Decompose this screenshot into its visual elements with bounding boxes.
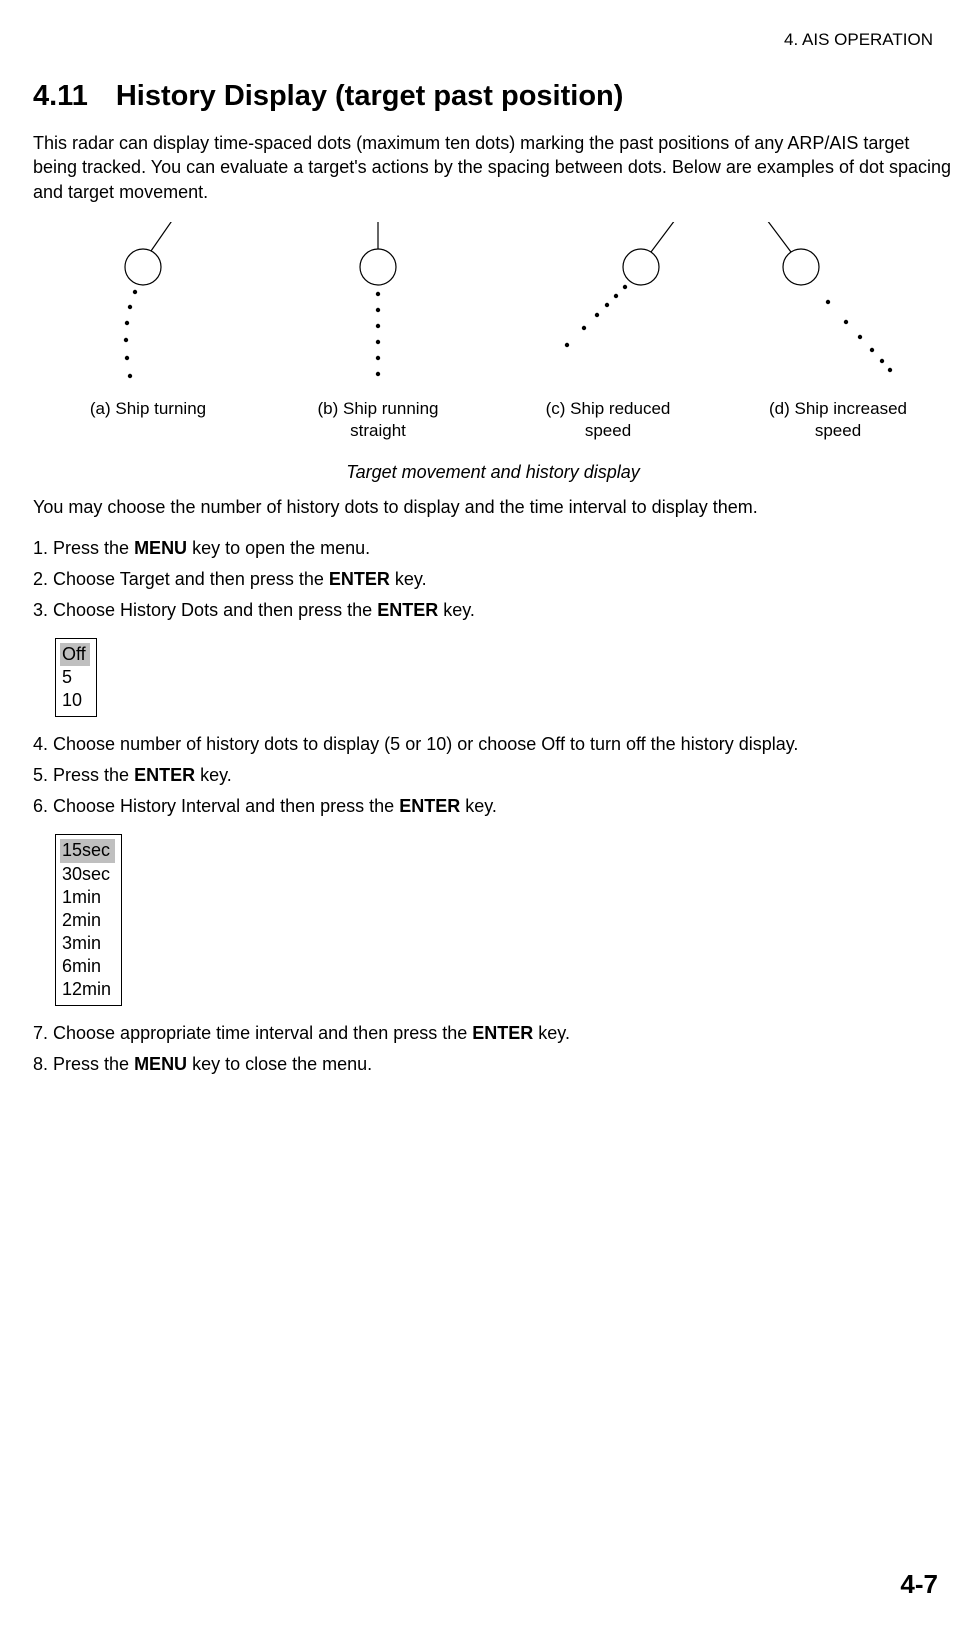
step-text: 5. Press the bbox=[33, 765, 134, 785]
step-2: 2. Choose Target and then press the ENTE… bbox=[33, 566, 953, 593]
key-name: ENTER bbox=[329, 569, 390, 589]
step-text: 6. Choose History Interval and then pres… bbox=[33, 796, 399, 816]
menu-option: 1min bbox=[60, 886, 115, 909]
diagram-cell-a: (a) Ship turning bbox=[38, 222, 258, 420]
body-paragraph-1: You may choose the number of history dot… bbox=[33, 495, 953, 519]
ship-turning-icon bbox=[83, 222, 213, 392]
key-name: ENTER bbox=[377, 600, 438, 620]
figure-caption: Target movement and history display bbox=[33, 462, 953, 483]
history-interval-menu: 15sec 30sec 1min 2min 3min 6min 12min bbox=[55, 834, 122, 1005]
step-text: 3. Choose History Dots and then press th… bbox=[33, 600, 377, 620]
key-name: MENU bbox=[134, 538, 187, 558]
ship-straight-icon bbox=[328, 222, 428, 392]
step-text: 7. Choose appropriate time interval and … bbox=[33, 1023, 472, 1043]
step-5: 5. Press the ENTER key. bbox=[33, 762, 953, 789]
diagram-caption-d: (d) Ship increased speed bbox=[728, 398, 948, 442]
ship-reduced-speed-icon bbox=[533, 222, 683, 392]
step-text: key to close the menu. bbox=[187, 1054, 372, 1074]
step-text: key. bbox=[390, 569, 427, 589]
diagram-caption-c: (c) Ship reduced speed bbox=[498, 398, 718, 442]
section-title-text: History Display (target past position) bbox=[116, 80, 624, 112]
menu-option: 6min bbox=[60, 955, 115, 978]
menu-option: 10 bbox=[60, 689, 90, 712]
menu-option-selected: Off bbox=[60, 643, 90, 666]
diagram-caption-b: (b) Ship running straight bbox=[268, 398, 488, 442]
section-heading: 4.11 History Display (target past positio… bbox=[33, 80, 953, 113]
key-name: ENTER bbox=[472, 1023, 533, 1043]
steps-list: 1. Press the MENU key to open the menu. … bbox=[33, 535, 953, 624]
menu-option: 3min bbox=[60, 932, 115, 955]
diagram-row: (a) Ship turning (b) Ship running straig… bbox=[33, 222, 953, 442]
step-text: 1. Press the bbox=[33, 538, 134, 558]
diagram-cell-d: (d) Ship increased speed bbox=[728, 222, 948, 442]
menu-option-selected: 15sec bbox=[60, 839, 115, 862]
step-text: 8. Press the bbox=[33, 1054, 134, 1074]
steps-list-cont1: 4. Choose number of history dots to disp… bbox=[33, 731, 953, 820]
key-name: ENTER bbox=[399, 796, 460, 816]
step-text: key. bbox=[533, 1023, 570, 1043]
step-text: key. bbox=[195, 765, 232, 785]
diagram-cell-c: (c) Ship reduced speed bbox=[498, 222, 718, 442]
step-4: 4. Choose number of history dots to disp… bbox=[33, 731, 953, 758]
step-text: key. bbox=[460, 796, 497, 816]
chapter-header: 4. AIS OPERATION bbox=[33, 30, 953, 50]
page-number: 4-7 bbox=[900, 1569, 938, 1600]
key-name: ENTER bbox=[134, 765, 195, 785]
step-text: 2. Choose Target and then press the bbox=[33, 569, 329, 589]
step-1: 1. Press the MENU key to open the menu. bbox=[33, 535, 953, 562]
step-8: 8. Press the MENU key to close the menu. bbox=[33, 1051, 953, 1078]
ship-increased-speed-icon bbox=[753, 222, 923, 392]
menu-option: 30sec bbox=[60, 863, 115, 886]
intro-paragraph: This radar can display time-spaced dots … bbox=[33, 131, 953, 204]
step-7: 7. Choose appropriate time interval and … bbox=[33, 1020, 953, 1047]
diagram-caption-a: (a) Ship turning bbox=[38, 398, 258, 420]
step-text: key. bbox=[438, 600, 475, 620]
history-dots-menu: Off 5 10 bbox=[55, 638, 97, 717]
menu-option: 2min bbox=[60, 909, 115, 932]
steps-list-cont2: 7. Choose appropriate time interval and … bbox=[33, 1020, 953, 1078]
step-text: key to open the menu. bbox=[187, 538, 370, 558]
step-6: 6. Choose History Interval and then pres… bbox=[33, 793, 953, 820]
diagram-cell-b: (b) Ship running straight bbox=[268, 222, 488, 442]
section-number: 4.11 bbox=[33, 80, 88, 112]
key-name: MENU bbox=[134, 1054, 187, 1074]
menu-option: 12min bbox=[60, 978, 115, 1001]
menu-option: 5 bbox=[60, 666, 90, 689]
step-3: 3. Choose History Dots and then press th… bbox=[33, 597, 953, 624]
